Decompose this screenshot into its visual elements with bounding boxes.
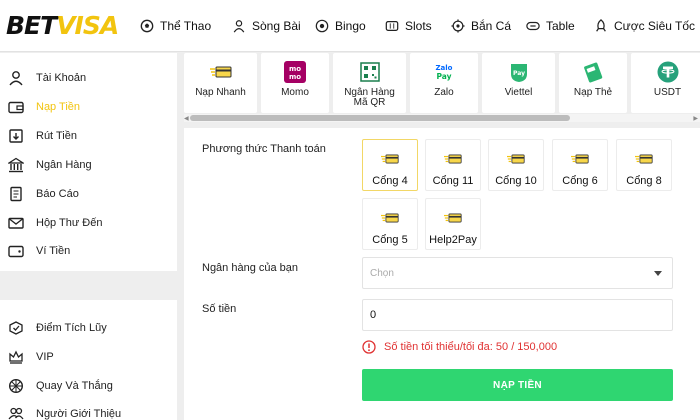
nav-item-bingo[interactable]: Bingo (315, 0, 385, 52)
method-viettel[interactable]: Pay Viettel (482, 53, 555, 113)
user-icon (8, 70, 24, 86)
gate-option-8[interactable]: Cổng 8 (616, 139, 672, 191)
sidebar-item-wallet[interactable]: Ví Tiền (8, 243, 70, 259)
wheel-icon (8, 378, 24, 394)
svg-text:mo: mo (289, 73, 301, 81)
sidebar-account-menu: Tài Khoản Nạp Tiền Rút Tiền Ngân Hàng Bá… (0, 53, 177, 271)
bingo-ball-icon (315, 19, 329, 33)
alert-circle-icon (362, 340, 376, 354)
payment-method-label: Phương thức Thanh toán (202, 143, 326, 155)
deposit-form: Phương thức Thanh toán Cổng 4 Cổng 11 Cổ… (184, 128, 700, 420)
wallet-deposit-icon (8, 99, 24, 115)
fast-card-icon (381, 154, 399, 164)
nav-item-sports[interactable]: Thể Thao (140, 0, 232, 52)
dealer-icon (232, 19, 246, 33)
method-zalopay[interactable]: Zalo Pay Zalo (410, 53, 478, 113)
svg-text:Pay: Pay (512, 70, 524, 77)
scroll-left-icon[interactable]: ◀ (184, 115, 189, 122)
deposit-submit-button[interactable]: NẠP TIỀN (362, 369, 673, 401)
table-game-icon (526, 19, 540, 33)
gate-option-5[interactable]: Cổng 5 (362, 198, 418, 250)
svg-text:Pay: Pay (436, 72, 451, 81)
mail-icon (8, 215, 24, 231)
payment-method-list: Nạp Nhanh mo mo Momo Ngân Hàng Mã QR Zalo… (184, 53, 700, 113)
sidebar-item-vip[interactable]: VIP (8, 349, 54, 365)
withdraw-icon (8, 128, 24, 144)
nav-item-table[interactable]: Table (526, 0, 594, 52)
bank-icon (8, 157, 24, 173)
gate-option-4[interactable]: Cổng 4 (362, 139, 418, 191)
method-usdt[interactable]: USDT (631, 53, 700, 113)
sidebar-item-report[interactable]: Báo Cáo (8, 186, 79, 202)
sidebar-item-referral[interactable]: Người Giới Thiệu (8, 406, 121, 420)
bank-select-placeholder: Chọn (370, 268, 394, 279)
report-icon (8, 186, 24, 202)
gate-option-6[interactable]: Cổng 6 (552, 139, 608, 191)
points-icon (8, 320, 24, 336)
method-momo[interactable]: mo mo Momo (261, 53, 329, 113)
soccer-ball-icon (140, 19, 154, 33)
amount-label: Số tiền (202, 303, 237, 315)
methods-scrollbar[interactable]: ◀ ▶ (184, 114, 700, 122)
fast-card-icon (571, 154, 589, 164)
sidebar-item-points[interactable]: Điểm Tích Lũy (8, 320, 107, 336)
target-icon (451, 18, 465, 33)
top-nav: Thể Thao Sòng Bài Bingo Slots Bắn Cá Tab… (140, 0, 695, 52)
scroll-right-icon[interactable]: ▶ (693, 115, 698, 122)
crown-icon (8, 349, 24, 365)
zalopay-icon: Zalo Pay (432, 60, 456, 84)
sidebar-item-spin-win[interactable]: Quay Và Thắng (8, 378, 113, 394)
method-phone-card[interactable]: Nạp Thẻ (559, 53, 627, 113)
sidebar-item-deposit[interactable]: Nạp Tiền (8, 99, 80, 115)
amount-limit-warning: Số tiền tối thiểu/tối đa: 50 / 150,000 (362, 340, 557, 354)
slot-machine-icon (385, 19, 399, 33)
qr-code-icon (358, 60, 382, 84)
rocket-icon (594, 18, 608, 33)
nav-item-fishing[interactable]: Bắn Cá (451, 0, 526, 52)
fast-card-icon (444, 213, 462, 223)
amount-input[interactable]: 0 (362, 299, 673, 331)
brand-logo[interactable]: BET VISA (0, 0, 140, 52)
wallet-icon (8, 243, 24, 259)
gate-option-help2pay[interactable]: Help2Pay (425, 198, 481, 250)
method-fast-deposit[interactable]: Nạp Nhanh (184, 53, 257, 113)
gate-option-10[interactable]: Cổng 10 (488, 139, 544, 191)
bank-select[interactable]: Chọn (362, 257, 673, 289)
fast-card-icon (444, 154, 462, 164)
svg-text:Zalo: Zalo (435, 64, 452, 72)
fast-card-icon (209, 60, 233, 84)
sidebar-rewards-menu: Điểm Tích Lũy VIP Quay Và Thắng Người Gi… (0, 300, 177, 420)
bank-label: Ngân hàng của bạn (202, 262, 299, 274)
referral-icon (8, 406, 24, 420)
fast-card-icon (381, 213, 399, 223)
sidebar-item-account[interactable]: Tài Khoản (8, 70, 86, 86)
svg-text:mo: mo (289, 65, 301, 73)
momo-icon: mo mo (283, 60, 307, 84)
phone-card-icon (581, 60, 605, 84)
fast-card-icon (635, 154, 653, 164)
method-bank-qr[interactable]: Ngân Hàng Mã QR (333, 53, 406, 113)
fast-card-icon (507, 154, 525, 164)
nav-item-casino[interactable]: Sòng Bài (232, 0, 315, 52)
tether-icon (656, 60, 680, 84)
viettel-pay-icon: Pay (507, 60, 531, 84)
sidebar-item-withdraw[interactable]: Rút Tiền (8, 128, 77, 144)
scrollbar-thumb[interactable] (190, 115, 570, 121)
chevron-down-icon (654, 271, 662, 276)
nav-item-instant-bet[interactable]: Cược Siêu Tốc (594, 0, 695, 52)
sidebar-item-inbox[interactable]: Hộp Thư Đến (8, 215, 102, 231)
top-bar: BET VISA Thể Thao Sòng Bài Bingo Slots Bắ… (0, 0, 700, 52)
nav-item-slots[interactable]: Slots (385, 0, 451, 52)
gate-option-11[interactable]: Cổng 11 (425, 139, 481, 191)
sidebar-item-bank[interactable]: Ngân Hàng (8, 157, 92, 173)
